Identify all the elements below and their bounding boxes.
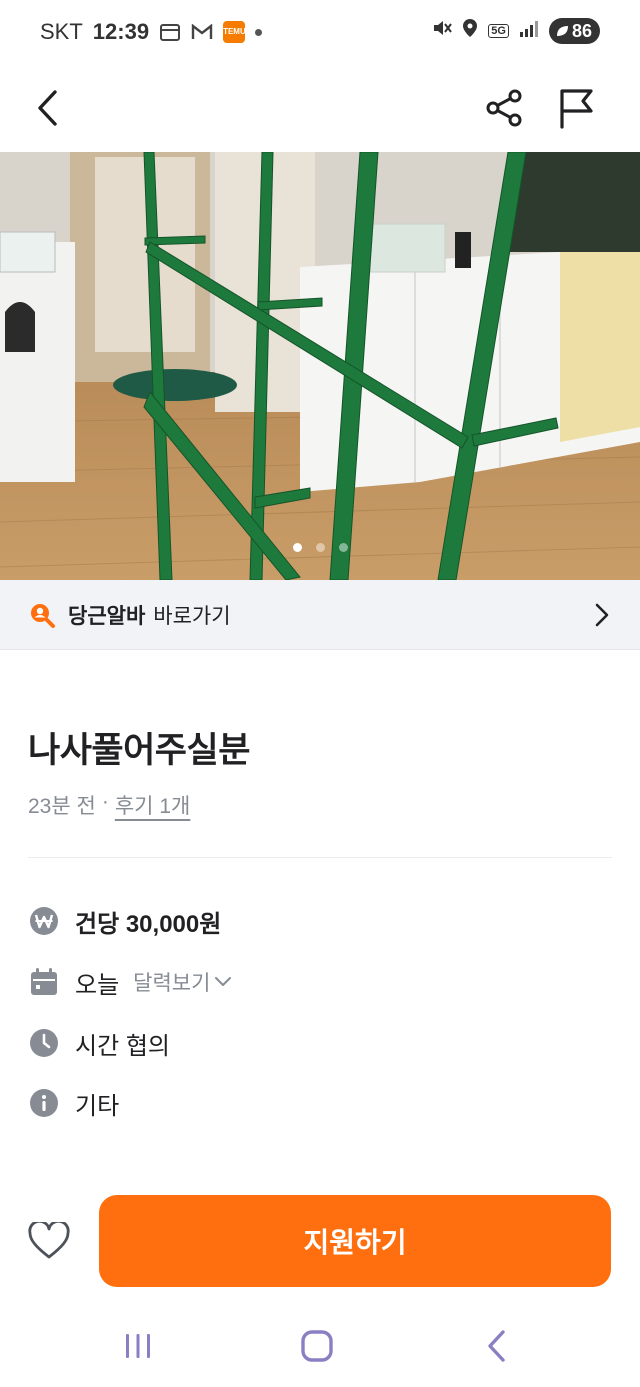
post-meta: 23분 전 · 후기 1개: [28, 790, 190, 820]
clock-icon: [28, 1027, 60, 1059]
system-back-button[interactable]: [472, 1326, 522, 1366]
work-date: 오늘: [75, 971, 120, 999]
date-row: 오늘 달력보기: [28, 962, 612, 1002]
daangn-alba-banner[interactable]: 당근알바 바로가기: [0, 580, 640, 650]
battery-level: 86: [571, 20, 592, 41]
page-dot-2[interactable]: [315, 543, 325, 552]
recent-apps-button[interactable]: [113, 1326, 163, 1366]
category-row: 기타: [28, 1083, 612, 1123]
banner-service-name: 당근알바: [68, 604, 146, 628]
reviews-link[interactable]: 후기 1개: [115, 790, 190, 820]
heart-icon: [28, 1222, 70, 1259]
job-category: 기타: [75, 1092, 120, 1120]
page-dot-1[interactable]: [292, 543, 302, 552]
view-calendar-link[interactable]: 달력보기: [133, 967, 232, 997]
status-bar: SKT 12:39 TEMU 5G 86: [0, 0, 640, 64]
top-navigation: [0, 64, 640, 152]
work-time: 시간 협의: [75, 1032, 170, 1060]
signal-icon: [519, 18, 539, 44]
carrier-label: SKT: [40, 19, 83, 44]
more-notifications-dot: [255, 28, 263, 36]
pay-row: 건당 30,000원: [28, 901, 612, 941]
clock: 12:39: [92, 19, 150, 44]
mute-icon: [432, 18, 453, 44]
home-icon: [301, 1330, 333, 1362]
apply-button[interactable]: 지원하기: [99, 1195, 611, 1287]
banner-link-text: 바로가기: [153, 604, 231, 628]
meta-separator: ·: [101, 790, 109, 813]
section-divider: [28, 857, 612, 858]
chevron-right-icon: [595, 603, 609, 627]
pay-amount: 건당 30,000원: [75, 910, 222, 938]
system-navigation-bar: [0, 1310, 640, 1387]
photo-pagination: [0, 543, 640, 552]
calendar-notification-icon: [159, 21, 181, 43]
back-arrow-icon: [488, 1330, 505, 1362]
page-dot-3[interactable]: [338, 543, 348, 552]
recent-apps-icon: [126, 1334, 150, 1358]
network-type-icon: 5G: [488, 24, 509, 38]
post-time-ago: 23분 전: [28, 795, 96, 818]
won-icon: [28, 905, 60, 937]
location-icon: [462, 18, 478, 44]
post-title: 나사풀어주실분: [28, 731, 250, 770]
chevron-down-icon: [215, 977, 232, 986]
flag-icon: [560, 89, 593, 129]
chevron-left-icon: [38, 90, 57, 126]
share-icon: [486, 89, 522, 127]
photo-image: [0, 152, 640, 580]
alba-search-icon: [31, 603, 55, 628]
calendar-icon: [28, 966, 60, 998]
home-button[interactable]: [292, 1326, 342, 1366]
like-button[interactable]: [26, 1218, 72, 1264]
temu-icon: TEMU: [223, 21, 246, 43]
report-button[interactable]: [546, 78, 606, 138]
view-calendar-label: 달력보기: [133, 972, 211, 995]
info-icon: [28, 1087, 60, 1119]
battery-indicator: 86: [548, 18, 600, 44]
post-photo[interactable]: [0, 152, 640, 580]
time-row: 시간 협의: [28, 1023, 612, 1063]
back-button[interactable]: [18, 78, 78, 138]
leaf-icon: [556, 26, 568, 36]
share-button[interactable]: [474, 78, 534, 138]
gmail-icon: [191, 21, 213, 43]
